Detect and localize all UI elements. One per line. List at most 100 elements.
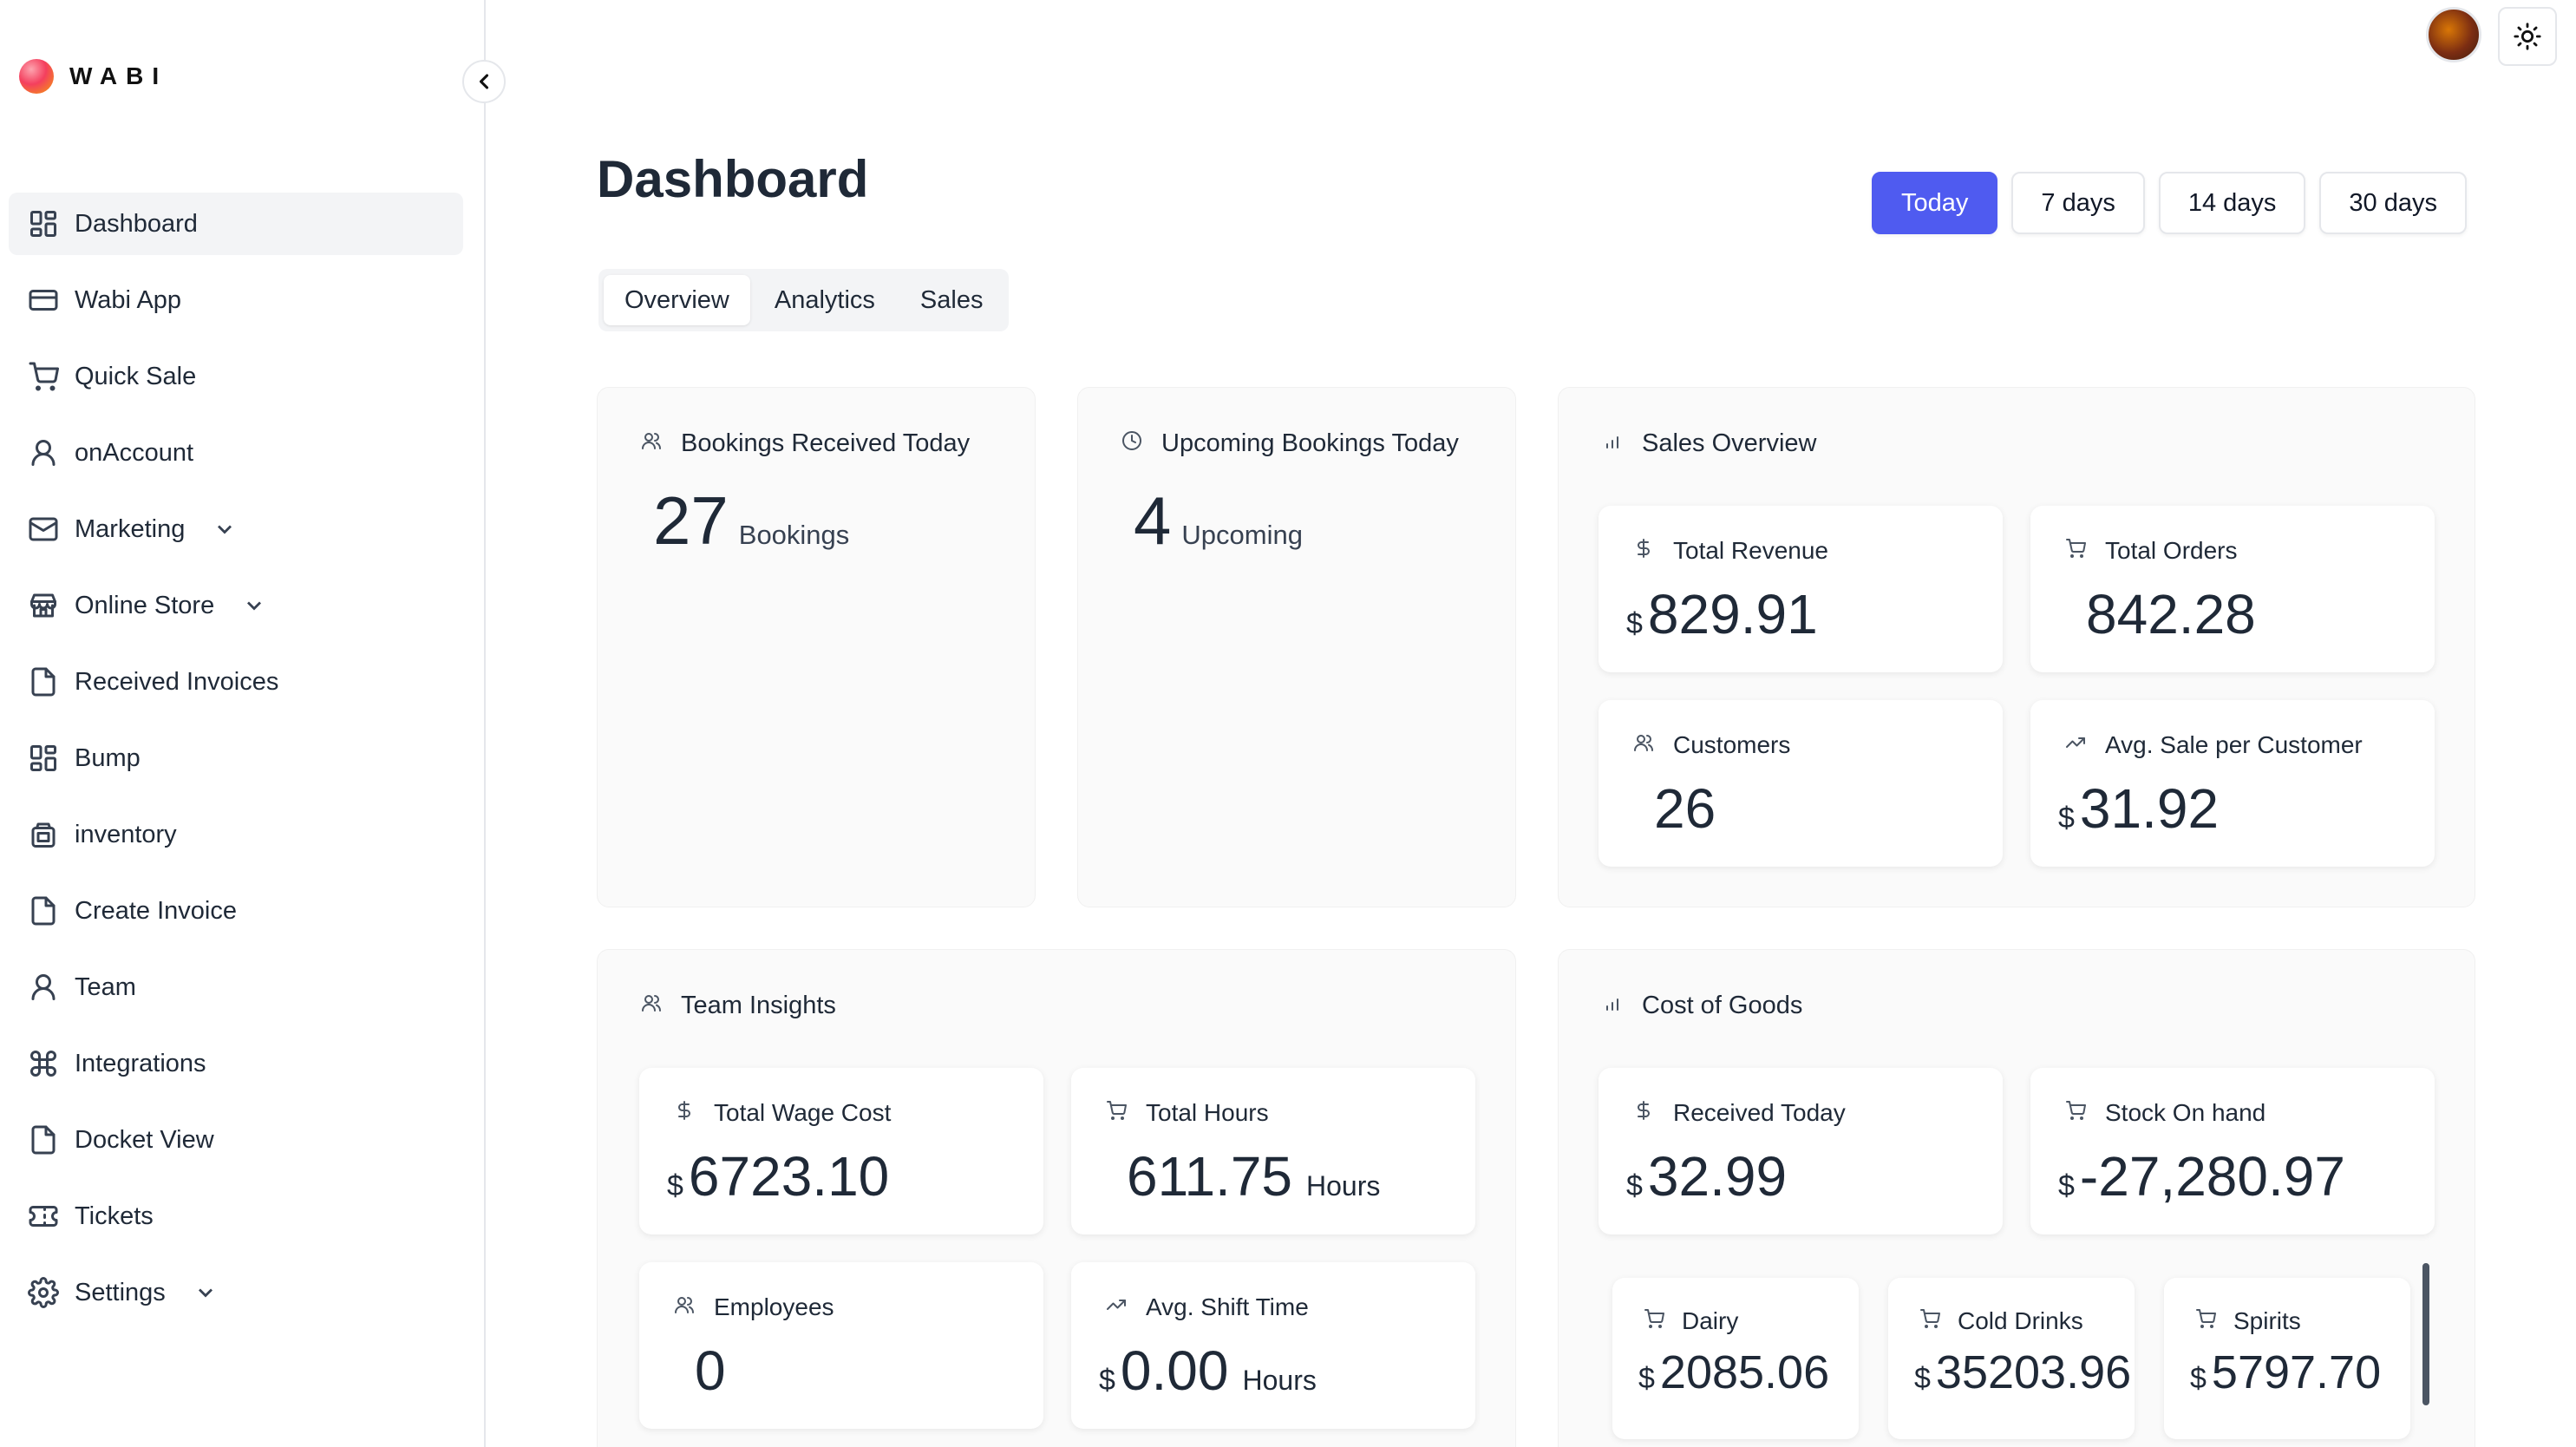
- category-value: 2085.06: [1659, 1346, 1830, 1398]
- currency-symbol: $: [1099, 1364, 1115, 1397]
- file-icon: [28, 1124, 59, 1156]
- sidebar-item-label: Quick Sale: [75, 362, 197, 390]
- tab-analytics[interactable]: Analytics: [754, 275, 896, 325]
- sidebar-item-online-store[interactable]: Online Store: [9, 574, 463, 637]
- cart-icon: [1644, 1307, 1664, 1335]
- sidebar-item-received-invoices[interactable]: Received Invoices: [9, 651, 463, 713]
- chevron-down-icon[interactable]: [193, 1280, 218, 1305]
- bar-chart-icon: [1602, 992, 1623, 1020]
- store-icon: [28, 590, 59, 621]
- sidebar-item-label: Received Invoices: [75, 667, 279, 696]
- currency-symbol: $: [2058, 802, 2075, 835]
- sidebar-item-docket-view[interactable]: Docket View: [9, 1109, 463, 1171]
- sidebar-item-bump[interactable]: Bump: [9, 727, 463, 789]
- cart-icon: [2065, 537, 2086, 565]
- sidebar-item-label: Settings: [75, 1278, 166, 1306]
- package-icon: [28, 819, 59, 850]
- collapse-sidebar-button[interactable]: [462, 60, 506, 103]
- sidebar-item-team[interactable]: Team: [9, 956, 463, 1018]
- range-7-days-button[interactable]: 7 days: [2011, 172, 2145, 234]
- currency-symbol: $: [667, 1169, 683, 1202]
- range-30-days-button[interactable]: 30 days: [2319, 172, 2467, 234]
- dollar-icon: [1633, 537, 1654, 565]
- file-icon: [28, 895, 59, 926]
- avatar[interactable]: [2426, 7, 2481, 62]
- stat-title: Stock On hand: [2105, 1099, 2266, 1126]
- sidebar-item-tickets[interactable]: Tickets: [9, 1185, 463, 1247]
- category-card-spirits: Spirits $ 5797.70: [2164, 1278, 2410, 1439]
- sun-icon: [2514, 23, 2541, 50]
- category-title: Spirits: [2233, 1307, 2301, 1334]
- avg-shift-time-unit: Hours: [1242, 1365, 1317, 1396]
- users-icon: [674, 1293, 695, 1321]
- tab-sales[interactable]: Sales: [899, 275, 1004, 325]
- sidebar-item-create-invoice[interactable]: Create Invoice: [9, 880, 463, 942]
- cart-icon: [1919, 1307, 1940, 1335]
- panel-title: Cost of Goods: [1642, 992, 1803, 1019]
- total-hours-card: Total Hours 611.75 Hours: [1071, 1068, 1475, 1234]
- category-title: Dairy: [1682, 1307, 1739, 1334]
- dashboard-icon: [28, 208, 59, 239]
- sidebar-item-label: Tickets: [75, 1201, 154, 1230]
- sidebar-item-inventory[interactable]: inventory: [9, 803, 463, 866]
- dollar-icon: [674, 1099, 695, 1127]
- chevron-left-icon: [479, 74, 489, 89]
- total-wage-cost-value: 6723.10: [688, 1145, 890, 1208]
- trending-up-icon: [1106, 1293, 1127, 1321]
- gear-icon: [28, 1277, 59, 1308]
- total-wage-cost-card: Total Wage Cost $ 6723.10: [639, 1068, 1043, 1234]
- dollar-icon: [1633, 1099, 1654, 1127]
- sidebar-item-wabi-app[interactable]: Wabi App: [9, 269, 463, 331]
- tab-overview[interactable]: Overview: [604, 275, 750, 325]
- sidebar-item-dashboard[interactable]: Dashboard: [9, 193, 463, 255]
- category-card-dairy: Dairy $ 2085.06: [1612, 1278, 1859, 1439]
- categories-scrollbar[interactable]: [2422, 1263, 2429, 1405]
- panel-title: Sales Overview: [1642, 429, 1817, 457]
- chevron-down-icon[interactable]: [242, 593, 266, 618]
- user-icon: [28, 437, 59, 468]
- range-14-days-button[interactable]: 14 days: [2158, 172, 2306, 234]
- currency-symbol: $: [1638, 1362, 1655, 1395]
- sidebar-item-label: Integrations: [75, 1049, 206, 1077]
- theme-toggle-button[interactable]: [2498, 7, 2557, 66]
- received-today-value: 32.99: [1647, 1145, 1788, 1208]
- sidebar-item-quick-sale[interactable]: Quick Sale: [9, 345, 463, 408]
- received-today-card: Received Today $ 32.99: [1599, 1068, 2003, 1234]
- cart-icon: [1106, 1099, 1127, 1127]
- range-today-button[interactable]: Today: [1872, 172, 1998, 234]
- sidebar-item-onaccount[interactable]: onAccount: [9, 422, 463, 484]
- sidebar-item-settings[interactable]: Settings: [9, 1261, 463, 1324]
- brand-name: WABI: [69, 62, 168, 89]
- page-title: Dashboard: [597, 150, 869, 208]
- sidebar-item-label: Team: [75, 972, 136, 1001]
- sidebar-item-integrations[interactable]: Integrations: [9, 1032, 463, 1095]
- dashboard-icon: [28, 743, 59, 774]
- brand-logo[interactable]: WABI: [19, 59, 167, 94]
- total-orders-card: Total Orders 842.28: [2030, 506, 2435, 672]
- stat-title: Customers: [1673, 731, 1791, 758]
- mail-icon: [28, 514, 59, 545]
- cart-icon: [2065, 1099, 2086, 1127]
- bookings-unit: Bookings: [738, 520, 850, 550]
- avg-shift-time-card: Avg. Shift Time $ 0.00 Hours: [1071, 1262, 1475, 1429]
- sidebar-item-label: Create Invoice: [75, 896, 237, 925]
- chevron-down-icon[interactable]: [212, 517, 237, 541]
- cart-icon: [2195, 1307, 2216, 1335]
- sidebar-item-label: Online Store: [75, 591, 215, 619]
- stat-title: Total Hours: [1146, 1099, 1269, 1126]
- sidebar-item-label: Marketing: [75, 514, 186, 543]
- sidebar-item-label: Docket View: [75, 1125, 214, 1154]
- card-icon: [28, 285, 59, 316]
- card-title: Upcoming Bookings Today: [1161, 429, 1459, 457]
- cost-of-goods-panel: Cost of Goods Received Today $ 32.99 Sto…: [1558, 949, 2475, 1447]
- employees-card: Employees 0: [639, 1262, 1043, 1429]
- currency-symbol: $: [1914, 1362, 1931, 1395]
- date-range-selector: Today 7 days 14 days 30 days: [1872, 172, 2467, 234]
- card-title: Bookings Received Today: [681, 429, 971, 457]
- total-orders-value: 842.28: [2086, 583, 2256, 645]
- trending-up-icon: [2065, 731, 2086, 759]
- total-hours-unit: Hours: [1306, 1170, 1381, 1201]
- sidebar-item-marketing[interactable]: Marketing: [9, 498, 463, 560]
- panel-title: Team Insights: [681, 992, 836, 1019]
- stat-title: Total Orders: [2105, 537, 2238, 564]
